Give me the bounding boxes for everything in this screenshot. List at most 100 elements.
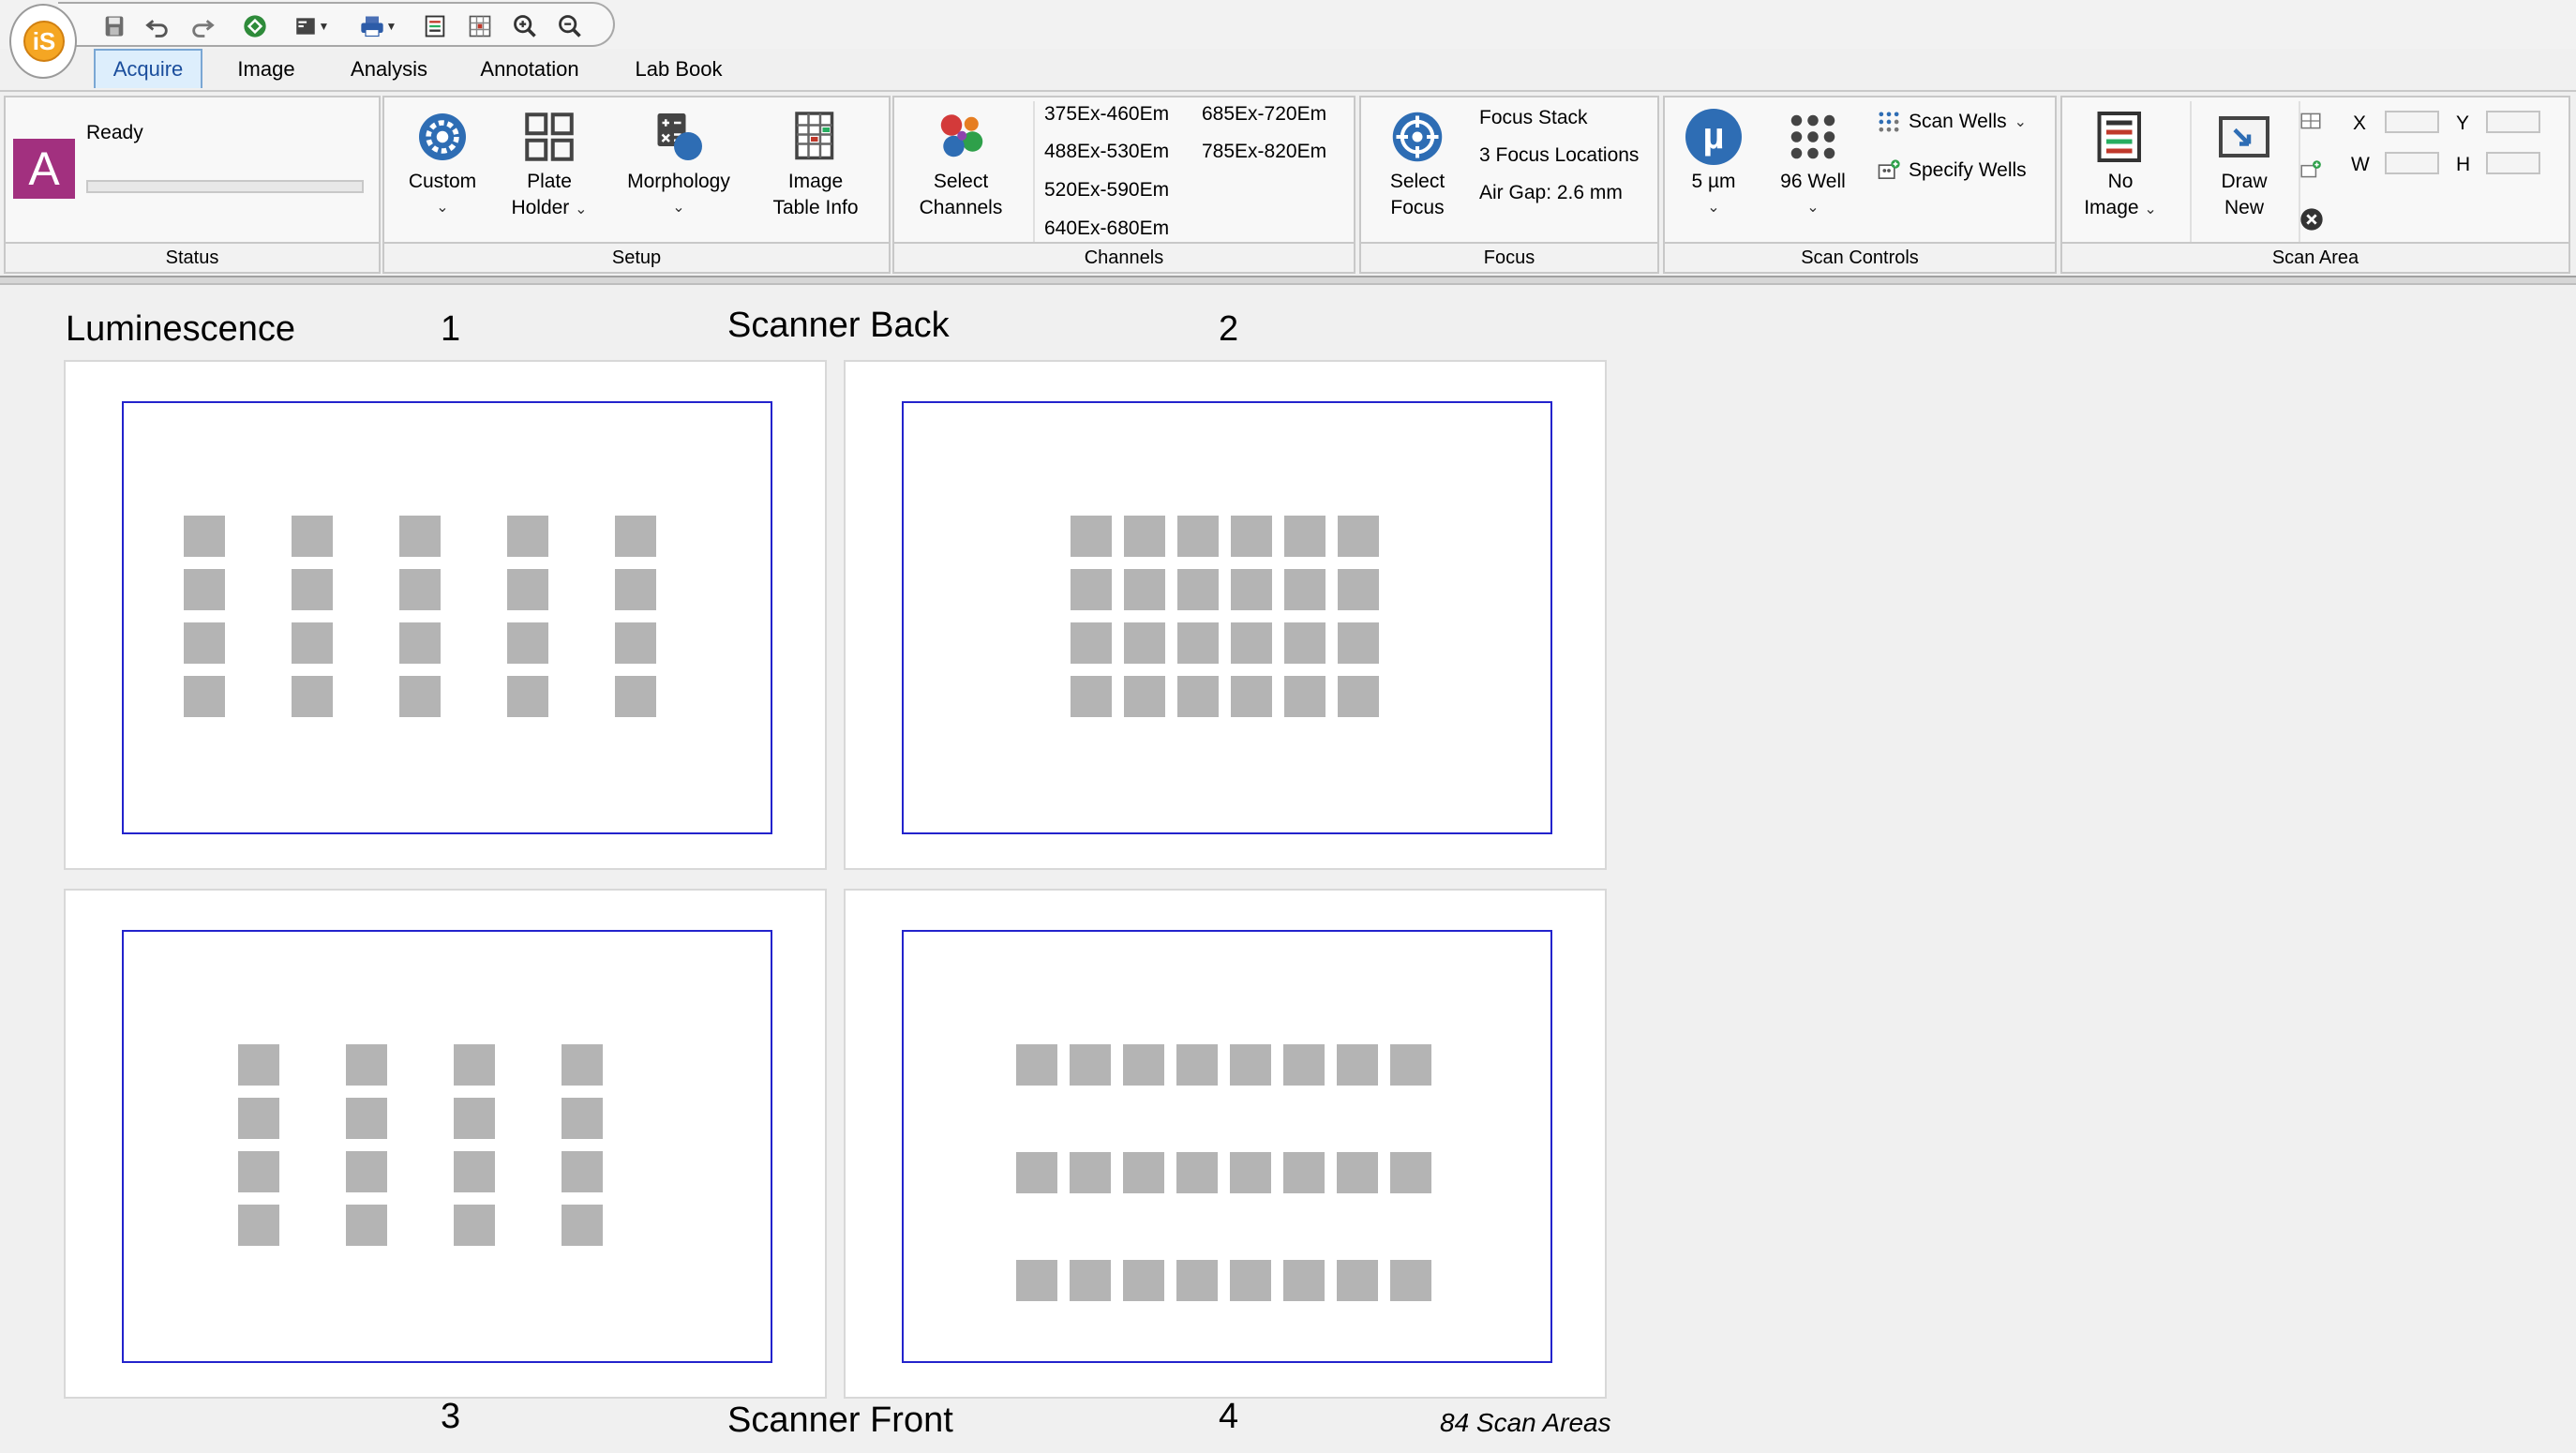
scan-well[interactable] xyxy=(1070,1044,1111,1086)
specify-wells-button[interactable]: Specify Wells xyxy=(1875,156,2027,186)
scan-well[interactable] xyxy=(1071,569,1112,610)
plate-slot-3[interactable] xyxy=(64,889,827,1399)
scan-well[interactable] xyxy=(1338,676,1379,717)
scan-well[interactable] xyxy=(184,516,225,557)
scan-well[interactable] xyxy=(399,516,441,557)
scan-well[interactable] xyxy=(1177,569,1219,610)
scan-well[interactable] xyxy=(346,1044,387,1086)
scan-well[interactable] xyxy=(507,569,548,610)
scan-well[interactable] xyxy=(292,676,333,717)
scan-well[interactable] xyxy=(1337,1152,1378,1193)
resolution-button[interactable]: µ 5 µm ⌄ xyxy=(1674,109,1753,221)
plate-slot-1[interactable] xyxy=(64,360,827,870)
scan-well[interactable] xyxy=(1338,569,1379,610)
add-area-icon[interactable] xyxy=(2297,157,2329,184)
channel-685[interactable]: 685Ex-720Em xyxy=(1202,101,1326,127)
scan-well[interactable] xyxy=(454,1044,495,1086)
scan-well[interactable] xyxy=(1123,1260,1164,1301)
scan-well[interactable] xyxy=(1284,676,1325,717)
scan-well[interactable] xyxy=(1124,676,1165,717)
scan-well[interactable] xyxy=(562,1044,603,1086)
plate-frame[interactable] xyxy=(902,401,1552,834)
tab-acquire[interactable]: Acquire xyxy=(94,49,202,88)
scan-well[interactable] xyxy=(562,1205,603,1246)
tab-image[interactable]: Image xyxy=(221,49,311,88)
scan-well[interactable] xyxy=(1177,676,1219,717)
scan-well[interactable] xyxy=(1284,622,1325,664)
plate-slot-4[interactable] xyxy=(844,889,1607,1399)
tab-analysis[interactable]: Analysis xyxy=(341,49,437,88)
select-channels-button[interactable]: Select Channels xyxy=(911,109,1011,221)
scan-well[interactable] xyxy=(1124,622,1165,664)
view-menu-icon[interactable]: ▼ xyxy=(285,13,337,39)
morphology-button[interactable]: Morphology ⌄ xyxy=(615,109,742,221)
scan-well[interactable] xyxy=(1123,1044,1164,1086)
scan-well[interactable] xyxy=(1338,516,1379,557)
scan-well[interactable] xyxy=(346,1151,387,1192)
scan-well[interactable] xyxy=(1071,516,1112,557)
scan-well[interactable] xyxy=(454,1151,495,1192)
scan-well[interactable] xyxy=(292,622,333,664)
clear-area-icon[interactable] xyxy=(2299,206,2327,234)
plate-frame[interactable] xyxy=(122,930,772,1363)
save-icon[interactable] xyxy=(97,13,131,39)
scan-well[interactable] xyxy=(1390,1260,1431,1301)
tab-annotation[interactable]: Annotation xyxy=(469,49,591,88)
app-logo[interactable]: iS xyxy=(9,4,77,79)
channel-375[interactable]: 375Ex-460Em xyxy=(1044,101,1169,127)
scan-well[interactable] xyxy=(1071,622,1112,664)
scan-well[interactable] xyxy=(615,569,656,610)
plate-type-button[interactable]: 96 Well ⌄ xyxy=(1766,109,1860,221)
scan-well[interactable] xyxy=(1070,1152,1111,1193)
scan-well[interactable] xyxy=(1231,676,1272,717)
scan-well[interactable] xyxy=(1176,1152,1218,1193)
scan-well[interactable] xyxy=(1283,1044,1325,1086)
scan-well[interactable] xyxy=(1230,1260,1271,1301)
scan-well[interactable] xyxy=(615,622,656,664)
zoom-in-icon[interactable] xyxy=(508,13,542,39)
scan-well[interactable] xyxy=(1177,516,1219,557)
scan-well[interactable] xyxy=(184,569,225,610)
scan-well[interactable] xyxy=(562,1098,603,1139)
tab-lab-book[interactable]: Lab Book xyxy=(622,49,735,88)
scan-well[interactable] xyxy=(238,1098,279,1139)
scan-well[interactable] xyxy=(1124,569,1165,610)
scan-well[interactable] xyxy=(1337,1044,1378,1086)
scan-well[interactable] xyxy=(292,569,333,610)
scan-well[interactable] xyxy=(1284,569,1325,610)
scan-well[interactable] xyxy=(1230,1044,1271,1086)
custom-button[interactable]: Custom ⌄ xyxy=(397,109,487,221)
run-icon[interactable] xyxy=(238,13,272,39)
ribbon-separator[interactable] xyxy=(0,276,2576,285)
plate-frame[interactable] xyxy=(122,401,772,834)
scan-well[interactable] xyxy=(1338,622,1379,664)
scan-well[interactable] xyxy=(1016,1260,1057,1301)
select-focus-button[interactable]: Select Focus xyxy=(1370,109,1464,221)
scan-well[interactable] xyxy=(615,516,656,557)
plate-holder-button[interactable]: Plate Holder ⌄ xyxy=(501,109,598,223)
scan-well[interactable] xyxy=(454,1098,495,1139)
undo-icon[interactable] xyxy=(141,13,174,39)
y-field[interactable] xyxy=(2486,111,2540,133)
scan-well[interactable] xyxy=(238,1205,279,1246)
scan-well[interactable] xyxy=(399,569,441,610)
zoom-out-icon[interactable] xyxy=(553,13,587,39)
scan-well[interactable] xyxy=(507,622,548,664)
scan-well[interactable] xyxy=(399,676,441,717)
scan-well[interactable] xyxy=(238,1044,279,1086)
scan-well[interactable] xyxy=(1337,1260,1378,1301)
scan-well[interactable] xyxy=(1230,1152,1271,1193)
scan-well[interactable] xyxy=(399,622,441,664)
scan-well[interactable] xyxy=(1016,1044,1057,1086)
scan-well[interactable] xyxy=(238,1151,279,1192)
scan-well[interactable] xyxy=(1124,516,1165,557)
w-field[interactable] xyxy=(2385,152,2439,174)
plate-frame[interactable] xyxy=(902,930,1552,1363)
scan-well[interactable] xyxy=(1390,1044,1431,1086)
scan-wells-button[interactable]: Scan Wells ⌄ xyxy=(1875,107,2027,137)
channel-785[interactable]: 785Ex-820Em xyxy=(1202,139,1326,165)
scan-well[interactable] xyxy=(1283,1152,1325,1193)
scan-well[interactable] xyxy=(292,516,333,557)
scan-well[interactable] xyxy=(1390,1152,1431,1193)
x-field[interactable] xyxy=(2385,111,2439,133)
